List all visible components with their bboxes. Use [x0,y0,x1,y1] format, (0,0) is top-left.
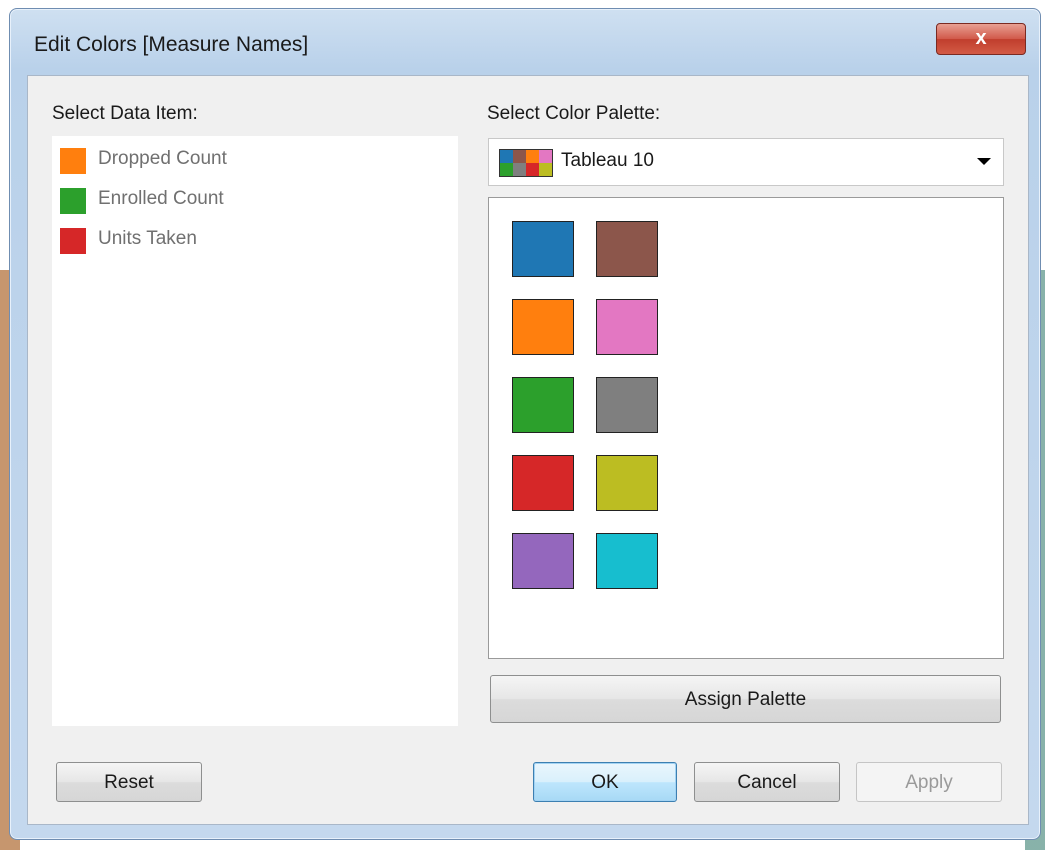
data-item-list[interactable]: Dropped Count Enrolled Count Units Taken [52,136,458,726]
select-color-palette-label: Select Color Palette: [487,103,661,124]
chevron-down-icon [977,158,991,165]
palette-color-chip[interactable] [512,377,574,433]
palette-color-chip[interactable] [512,299,574,355]
apply-button[interactable]: Apply [856,762,1002,802]
palette-preview-icon [499,149,553,177]
dialog-title: Edit Colors [Measure Names] [34,33,309,56]
close-icon: x [975,27,987,49]
select-data-item-label: Select Data Item: [52,103,198,124]
close-button[interactable]: x [936,23,1026,55]
list-item-label: Dropped Count [98,148,227,169]
palette-select[interactable]: Tableau 10 [488,138,1004,186]
palette-color-chip[interactable] [596,377,658,433]
list-item-label: Enrolled Count [98,188,224,209]
palette-color-chip[interactable] [596,533,658,589]
color-swatch [60,148,86,174]
palette-color-chip[interactable] [512,221,574,277]
color-swatch [60,228,86,254]
palette-color-chip[interactable] [596,455,658,511]
palette-color-chip[interactable] [512,533,574,589]
palette-select-value: Tableau 10 [561,150,654,171]
palette-color-chip[interactable] [596,221,658,277]
color-swatch [60,188,86,214]
palette-color-chip[interactable] [512,455,574,511]
palette-color-chip[interactable] [596,299,658,355]
cancel-button[interactable]: Cancel [694,762,840,802]
ok-button[interactable]: OK [533,762,677,802]
assign-palette-button[interactable]: Assign Palette [490,675,1001,723]
palette-color-grid [488,197,1004,659]
reset-button[interactable]: Reset [56,762,202,802]
list-item-label: Units Taken [98,228,197,249]
